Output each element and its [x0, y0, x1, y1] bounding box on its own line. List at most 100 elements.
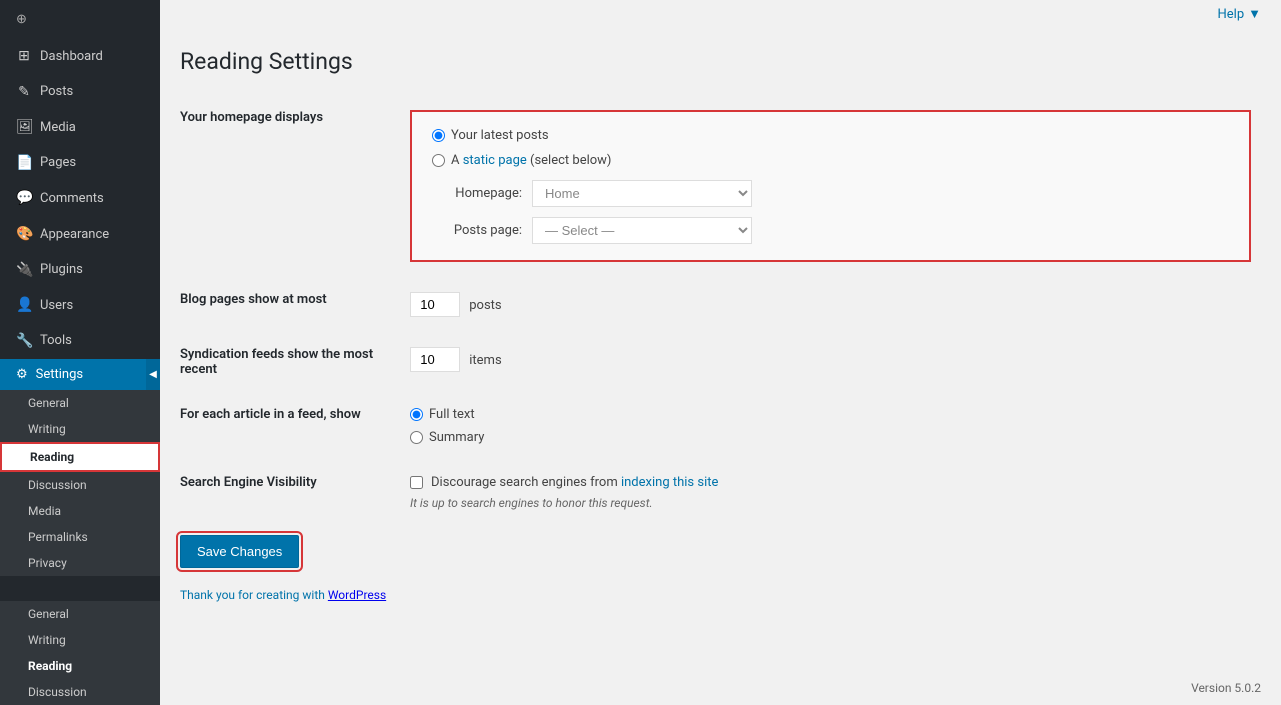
bottom-submenu: General Writing Reading Discussion — [0, 601, 160, 705]
settings-form: Your homepage displays Your latest posts — [180, 95, 1261, 602]
form-table: Your homepage displays Your latest posts — [180, 95, 1261, 525]
sidebar-item-label: Pages — [40, 154, 76, 172]
syndication-feeds-cell: items — [400, 332, 1261, 392]
search-engine-note: It is up to search engines to honor this… — [410, 496, 1251, 510]
help-arrow-icon: ▼ — [1248, 6, 1261, 22]
blog-pages-input[interactable] — [410, 292, 460, 317]
wp-logo-icon: ⊕ — [16, 12, 27, 27]
posts-page-select-row: Posts page: — Select — — [432, 217, 1229, 244]
bottom-submenu-discussion[interactable]: Discussion — [0, 679, 160, 705]
static-page-radio-label[interactable]: A static page (select below) — [451, 153, 611, 168]
sidebar-item-label: Tools — [40, 332, 72, 350]
article-feed-row: For each article in a feed, show Full te… — [180, 392, 1261, 460]
help-button[interactable]: Help ▼ — [1217, 6, 1261, 22]
blog-pages-row: Blog pages show at most posts — [180, 277, 1261, 332]
summary-row: Summary — [410, 430, 1251, 445]
feed-radio-group: Full text Summary — [410, 407, 1251, 445]
topbar: Help ▼ — [160, 0, 1281, 28]
sidebar: ⊕ ⊞ Dashboard ✎ Posts 🖼 Media 📄 Pages 💬 … — [0, 0, 160, 705]
main-content: Help ▼ Reading Settings Your homepage di… — [160, 0, 1281, 705]
search-engine-checkbox[interactable] — [410, 476, 423, 489]
page-select-section: Homepage: Home Posts page: — Select — [432, 180, 1229, 244]
sidebar-item-pages[interactable]: 📄 Pages — [0, 146, 160, 182]
indexing-link[interactable]: indexing this site — [621, 475, 718, 490]
syndication-feeds-row: Syndication feeds show the most recent i… — [180, 332, 1261, 392]
posts-icon: ✎ — [16, 83, 32, 103]
search-engine-label: Search Engine Visibility — [180, 460, 400, 525]
syndication-feeds-label: Syndication feeds show the most recent — [180, 332, 400, 392]
sidebar-item-settings[interactable]: ⚙ Settings ◀ — [0, 359, 160, 390]
submenu-item-discussion[interactable]: Discussion — [0, 472, 160, 498]
sidebar-item-label: Dashboard — [40, 48, 103, 66]
sidebar-item-label: Comments — [40, 190, 104, 208]
sidebar-item-users[interactable]: 👤 Users — [0, 288, 160, 324]
bottom-submenu-general[interactable]: General — [0, 601, 160, 627]
dashboard-icon: ⊞ — [16, 47, 32, 67]
comments-icon: 💬 — [16, 189, 32, 209]
settings-icon: ⚙ — [16, 367, 28, 382]
appearance-icon: 🎨 — [16, 225, 32, 245]
blog-pages-cell: posts — [400, 277, 1261, 332]
save-changes-button[interactable]: Save Changes — [180, 535, 299, 568]
sidebar-item-label: Posts — [40, 83, 73, 101]
posts-page-select[interactable]: — Select — — [532, 217, 752, 244]
homepage-section: Your latest posts A static page (select … — [410, 110, 1251, 262]
pages-icon: 📄 — [16, 154, 32, 174]
static-page-radio[interactable] — [432, 154, 445, 167]
sidebar-item-label: Plugins — [40, 261, 83, 279]
homepage-select[interactable]: Home — [532, 180, 752, 207]
sidebar-item-appearance[interactable]: 🎨 Appearance — [0, 217, 160, 253]
search-engine-checkbox-row: Discourage search engines from indexing … — [410, 475, 1251, 490]
article-feed-label: For each article in a feed, show — [180, 392, 400, 460]
homepage-select-row: Homepage: Home — [432, 180, 1229, 207]
latest-posts-radio-label[interactable]: Your latest posts — [451, 128, 549, 143]
wordpress-link[interactable]: WordPress — [328, 588, 386, 602]
homepage-displays-label: Your homepage displays — [180, 95, 400, 277]
sidebar-item-media[interactable]: 🖼 Media — [0, 110, 160, 146]
syndication-feeds-suffix: items — [469, 353, 501, 368]
page-title: Reading Settings — [180, 48, 1261, 75]
sidebar-item-tools[interactable]: 🔧 Tools — [0, 324, 160, 360]
settings-arrow-icon: ◀ — [146, 359, 160, 390]
media-icon: 🖼 — [16, 118, 32, 138]
submenu-item-reading[interactable]: Reading — [0, 442, 160, 472]
submenu-item-privacy[interactable]: Privacy — [0, 550, 160, 576]
posts-page-select-label: Posts page: — [432, 223, 522, 238]
users-icon: 👤 — [16, 296, 32, 316]
homepage-radio-group: Your latest posts A static page (select … — [432, 128, 1229, 168]
bottom-submenu-writing[interactable]: Writing — [0, 627, 160, 653]
full-text-label[interactable]: Full text — [429, 407, 475, 422]
sidebar-item-label: Appearance — [40, 226, 109, 244]
latest-posts-row: Your latest posts — [432, 128, 1229, 143]
bottom-submenu-reading[interactable]: Reading — [0, 653, 160, 679]
search-engine-checkbox-label[interactable]: Discourage search engines from indexing … — [431, 475, 718, 490]
full-text-radio[interactable] — [410, 408, 423, 421]
search-engine-cell: Discourage search engines from indexing … — [400, 460, 1261, 525]
sidebar-item-comments[interactable]: 💬 Comments — [0, 181, 160, 217]
sidebar-item-dashboard[interactable]: ⊞ Dashboard — [0, 39, 160, 75]
version-note: Version 5.0.2 — [1191, 681, 1261, 695]
summary-label[interactable]: Summary — [429, 430, 484, 445]
search-engine-row: Search Engine Visibility Discourage sear… — [180, 460, 1261, 525]
sidebar-item-posts[interactable]: ✎ Posts — [0, 75, 160, 111]
submenu-item-writing[interactable]: Writing — [0, 416, 160, 442]
submenu-item-permalinks[interactable]: Permalinks — [0, 524, 160, 550]
blog-pages-suffix: posts — [469, 298, 501, 313]
tools-icon: 🔧 — [16, 332, 32, 352]
latest-posts-radio[interactable] — [432, 129, 445, 142]
summary-radio[interactable] — [410, 431, 423, 444]
content-area: Reading Settings Your homepage displays — [160, 28, 1281, 705]
homepage-select-label: Homepage: — [432, 186, 522, 201]
help-label: Help — [1217, 7, 1244, 22]
submenu-item-media[interactable]: Media — [0, 498, 160, 524]
plugins-icon: 🔌 — [16, 261, 32, 281]
footer-note: Thank you for creating with WordPress — [180, 588, 1261, 602]
homepage-displays-row: Your homepage displays Your latest posts — [180, 95, 1261, 277]
sidebar-logo: ⊕ — [0, 0, 160, 39]
settings-label: Settings — [36, 367, 83, 382]
static-page-link[interactable]: static page — [463, 153, 527, 168]
full-text-row: Full text — [410, 407, 1251, 422]
submenu-item-general[interactable]: General — [0, 390, 160, 416]
syndication-feeds-input[interactable] — [410, 347, 460, 372]
sidebar-item-plugins[interactable]: 🔌 Plugins — [0, 253, 160, 289]
